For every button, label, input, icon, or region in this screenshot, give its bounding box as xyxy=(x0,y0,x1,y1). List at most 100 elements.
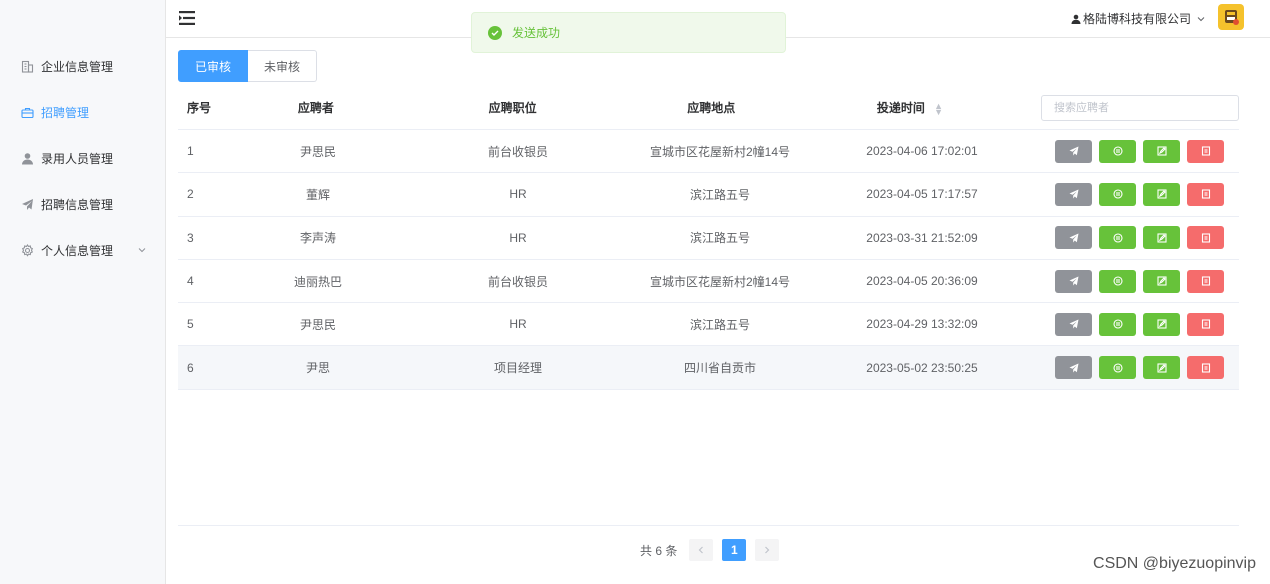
tab-unreviewed[interactable]: 未审核 xyxy=(248,50,318,82)
user-dropdown[interactable]: 格陆博科技有限公司 xyxy=(1071,10,1206,27)
send-button[interactable] xyxy=(1055,269,1092,293)
list-icon xyxy=(1112,233,1123,243)
send-button[interactable] xyxy=(1055,356,1092,380)
edit-button[interactable] xyxy=(1143,269,1180,293)
send-button[interactable] xyxy=(1055,182,1092,206)
cell-time: 2023-05-02 23:50:25 xyxy=(866,360,978,375)
view-button[interactable] xyxy=(1099,182,1136,206)
list-icon xyxy=(1112,276,1123,286)
view-button[interactable] xyxy=(1099,356,1136,380)
cell-index: 2 xyxy=(187,187,194,202)
success-message: 发送成功 xyxy=(471,12,786,53)
list-icon xyxy=(1112,363,1123,373)
edit-icon xyxy=(1156,276,1167,286)
pagination: 共 6 条 1 xyxy=(640,539,788,561)
delete-button[interactable] xyxy=(1187,269,1224,293)
edit-button[interactable] xyxy=(1143,226,1180,250)
edit-button[interactable] xyxy=(1143,356,1180,380)
cell-name: 尹思民 xyxy=(299,317,336,332)
table-row: 6 尹思 项目经理 四川省自贡市 2023-05-02 23:50:25 xyxy=(178,346,1239,390)
cell-actions xyxy=(1042,312,1239,336)
review-status-tabs: 已审核 未审核 xyxy=(178,50,318,82)
company-name: 格陆博科技有限公司 xyxy=(1082,12,1191,26)
list-icon xyxy=(1112,189,1123,199)
edit-button[interactable] xyxy=(1143,182,1180,206)
view-button[interactable] xyxy=(1099,269,1136,293)
paper-plane-icon xyxy=(1069,319,1079,329)
delete-button[interactable] xyxy=(1187,182,1224,206)
delete-button[interactable] xyxy=(1187,356,1224,380)
column-header-name: 应聘者 xyxy=(297,101,334,115)
paper-plane-icon xyxy=(1069,276,1079,286)
sidebar-item-label: 招聘管理 xyxy=(41,105,90,120)
tab-reviewed[interactable]: 已审核 xyxy=(178,50,249,82)
user-icon xyxy=(20,151,34,165)
column-header-index: 序号 xyxy=(187,101,212,115)
briefcase-icon xyxy=(20,105,34,119)
paper-plane-icon xyxy=(1069,189,1079,199)
avatar[interactable] xyxy=(1218,4,1244,30)
cell-actions xyxy=(1042,139,1239,163)
user-icon xyxy=(1071,14,1081,24)
prev-page-button[interactable] xyxy=(689,539,714,561)
paper-plane-icon xyxy=(1069,363,1079,373)
delete-icon xyxy=(1201,363,1211,373)
paper-plane-icon xyxy=(20,197,34,211)
divider xyxy=(178,525,1239,526)
sidebar-item-personal-info[interactable]: 个人信息管理 xyxy=(0,227,165,273)
edit-button[interactable] xyxy=(1143,312,1180,336)
delete-icon xyxy=(1201,233,1211,243)
view-button[interactable] xyxy=(1099,312,1136,336)
table-row: 2 董辉 HR 滨江路五号 2023-04-05 17:17:57 xyxy=(178,173,1239,217)
view-button[interactable] xyxy=(1099,226,1136,250)
cell-index: 4 xyxy=(187,274,194,289)
cell-location: 四川省自贡市 xyxy=(683,361,756,376)
view-button[interactable] xyxy=(1099,139,1136,163)
table-row: 5 尹思民 HR 滨江路五号 2023-04-29 13:32:09 xyxy=(178,303,1239,347)
cell-time: 2023-04-05 20:36:09 xyxy=(866,274,978,289)
cell-position: HR xyxy=(509,187,527,202)
search-input[interactable] xyxy=(1040,94,1239,121)
sidebar-item-hired-staff[interactable]: 录用人员管理 xyxy=(0,135,165,181)
cell-index: 3 xyxy=(187,230,194,245)
sidebar-item-label: 录用人员管理 xyxy=(41,151,114,166)
success-message-text: 发送成功 xyxy=(512,26,561,40)
table-header: 序号 应聘者 应聘职位 应聘地点 投递时间 ▲ ▼ xyxy=(178,86,1239,130)
cell-actions xyxy=(1042,226,1239,250)
cell-position: 前台收银员 xyxy=(487,274,548,289)
cell-index: 1 xyxy=(187,144,194,159)
edit-button[interactable] xyxy=(1143,139,1180,163)
cell-name: 迪丽热巴 xyxy=(293,274,342,289)
delete-button[interactable] xyxy=(1187,312,1224,336)
next-page-button[interactable] xyxy=(755,539,780,561)
cell-name: 尹思 xyxy=(305,361,330,376)
paper-plane-icon xyxy=(1069,233,1079,243)
edit-icon xyxy=(1156,146,1167,156)
sidebar-item-label: 招聘信息管理 xyxy=(41,197,114,212)
menu-fold-icon[interactable] xyxy=(178,10,196,26)
edit-icon xyxy=(1156,319,1167,329)
column-header-time[interactable]: 投递时间 ▲ ▼ xyxy=(792,99,1028,116)
edit-icon xyxy=(1156,233,1167,243)
cell-position: 前台收银员 xyxy=(487,144,548,159)
sidebar: 企业信息管理 招聘管理 录用人员管理 招聘信息管理 个人信息管理 xyxy=(0,0,166,584)
sort-icon[interactable]: ▲ ▼ xyxy=(934,101,943,116)
sidebar-item-recruitment[interactable]: 招聘管理 xyxy=(0,89,165,135)
page-number-button[interactable]: 1 xyxy=(722,539,747,561)
sidebar-item-label: 个人信息管理 xyxy=(41,243,114,258)
send-button[interactable] xyxy=(1055,139,1092,163)
delete-button[interactable] xyxy=(1187,226,1224,250)
cell-location: 滨江路五号 xyxy=(689,231,750,246)
send-button[interactable] xyxy=(1055,312,1092,336)
list-icon xyxy=(1112,319,1123,329)
cell-name: 董辉 xyxy=(305,187,330,202)
sidebar-item-job-posts[interactable]: 招聘信息管理 xyxy=(0,181,165,227)
sidebar-item-company-info[interactable]: 企业信息管理 xyxy=(0,43,165,89)
send-button[interactable] xyxy=(1055,226,1092,250)
chevron-down-icon xyxy=(137,244,147,258)
cell-index: 6 xyxy=(187,360,194,375)
edit-icon xyxy=(1156,189,1167,199)
delete-button[interactable] xyxy=(1187,139,1224,163)
cell-time: 2023-04-29 13:32:09 xyxy=(866,317,978,332)
watermark: CSDN @biyezuopinvip xyxy=(1093,555,1256,572)
